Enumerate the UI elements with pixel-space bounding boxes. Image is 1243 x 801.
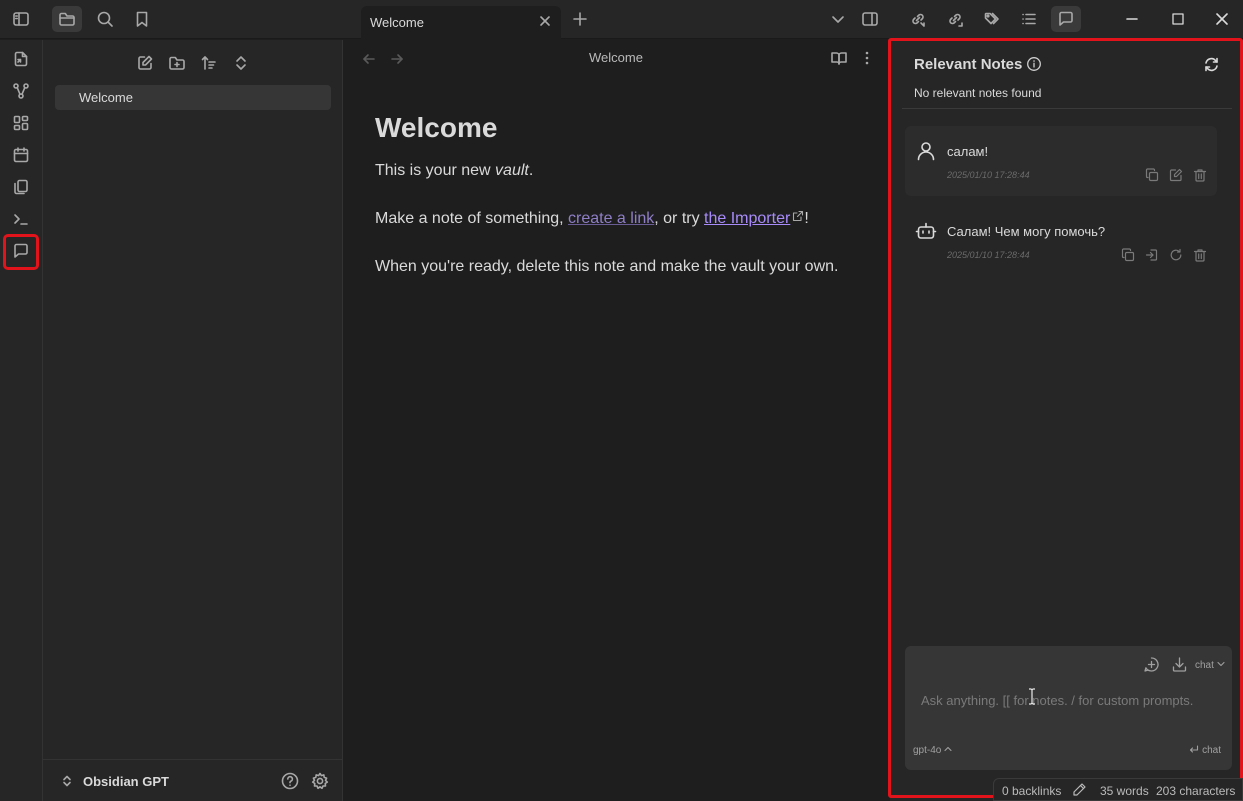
message-actions xyxy=(1145,168,1207,182)
chat-input[interactable]: Ask anything. [[ for notes. / for custom… xyxy=(921,693,1193,708)
maximize-icon[interactable] xyxy=(1163,6,1193,32)
chevron-down-icon[interactable] xyxy=(823,6,853,32)
bookmark-icon[interactable] xyxy=(127,6,157,32)
note-paragraph-2: Make a note of something, create a link,… xyxy=(375,209,875,229)
new-tab-plus-icon[interactable] xyxy=(565,6,595,32)
daily-note-icon[interactable] xyxy=(8,142,34,168)
text-span: . xyxy=(528,162,534,179)
new-folder-icon[interactable] xyxy=(164,50,190,76)
left-ribbon xyxy=(0,40,43,801)
message-text: Салам! Чем могу помочь? xyxy=(947,224,1106,239)
external-link-importer[interactable]: the Importer xyxy=(704,210,790,227)
close-icon[interactable] xyxy=(1207,6,1237,32)
chat-input-box: chat Ask anything. [[ for notes. / for c… xyxy=(905,646,1232,770)
copilot-chat-icon[interactable] xyxy=(8,238,34,264)
relevant-notes-empty: No relevant notes found xyxy=(914,86,1042,100)
status-char-count: 203 characters xyxy=(1156,784,1236,798)
pencil-icon[interactable] xyxy=(1072,782,1087,797)
bot-avatar-icon xyxy=(915,220,937,242)
right-sidebar-icon[interactable] xyxy=(855,6,885,32)
file-explorer: Welcome Obsidian GPT xyxy=(43,40,343,801)
file-item-welcome[interactable]: Welcome xyxy=(55,85,331,110)
status-word-count: 35 words xyxy=(1100,784,1149,798)
chevron-down-icon xyxy=(1217,661,1225,667)
text-cursor-icon xyxy=(1029,688,1035,705)
search-icon[interactable] xyxy=(90,6,120,32)
chat-icon[interactable] xyxy=(1051,6,1081,32)
vault-switcher-icon[interactable] xyxy=(60,774,74,788)
tags-icon[interactable] xyxy=(977,6,1007,32)
text-span: ! xyxy=(804,210,809,227)
regenerate-icon[interactable] xyxy=(1169,248,1183,262)
note-heading: Welcome xyxy=(375,112,498,143)
help-icon[interactable] xyxy=(280,771,300,791)
model-select[interactable]: gpt-4o xyxy=(913,745,952,756)
divider xyxy=(902,108,1232,109)
minimize-icon[interactable] xyxy=(1117,6,1147,32)
text-span: This is your new xyxy=(375,162,496,179)
editor-view-title[interactable]: Welcome xyxy=(344,50,888,65)
tab-welcome[interactable]: Welcome xyxy=(361,6,561,39)
tab-label: Welcome xyxy=(370,15,424,30)
insert-to-note-icon[interactable] xyxy=(1145,248,1159,262)
editor-pane: Welcome Welcome This is your new vault. … xyxy=(344,40,888,801)
internal-link-create-a-link[interactable]: create a link xyxy=(568,210,654,227)
model-select-label: gpt-4o xyxy=(913,745,942,756)
status-backlinks[interactable]: 0 backlinks xyxy=(1002,784,1061,798)
delete-icon[interactable] xyxy=(1193,248,1207,262)
chat-message-ai: Салам! Чем могу помочь? 2025/01/10 17:28… xyxy=(905,206,1217,276)
status-bar: 0 backlinks 35 words 203 characters xyxy=(993,778,1243,801)
user-avatar-icon xyxy=(915,140,937,162)
settings-gear-icon[interactable] xyxy=(310,771,330,791)
command-palette-icon[interactable] xyxy=(8,206,34,232)
chevron-up-icon xyxy=(944,746,952,752)
new-note-icon[interactable] xyxy=(132,50,158,76)
emphasis-text: vault xyxy=(495,162,529,179)
external-link-icon xyxy=(792,210,804,222)
outline-icon[interactable] xyxy=(1014,6,1044,32)
folder-icon[interactable] xyxy=(52,6,82,32)
message-actions xyxy=(1121,248,1207,262)
title-bar: Welcome xyxy=(0,0,1243,39)
reading-view-icon[interactable] xyxy=(830,49,848,67)
templates-icon[interactable] xyxy=(8,174,34,200)
delete-icon[interactable] xyxy=(1193,168,1207,182)
text-span: Make a note of something, xyxy=(375,210,568,227)
vault-name[interactable]: Obsidian GPT xyxy=(83,774,169,789)
tab-close-icon[interactable] xyxy=(537,13,553,29)
enter-key-icon xyxy=(1189,745,1199,754)
vault-footer: Obsidian GPT xyxy=(43,759,343,801)
note-paragraph-1: This is your new vault. xyxy=(375,161,875,181)
open-quick-switcher-icon[interactable] xyxy=(8,46,34,72)
mode-select-label: chat xyxy=(1195,660,1214,671)
copy-icon[interactable] xyxy=(1121,248,1135,262)
sort-icon[interactable] xyxy=(196,50,222,76)
copilot-panel: Relevant Notes No relevant notes found с… xyxy=(890,40,1243,801)
message-timestamp: 2025/01/10 17:28:44 xyxy=(947,170,1030,180)
copy-icon[interactable] xyxy=(1145,168,1159,182)
save-chat-download-icon[interactable] xyxy=(1171,656,1188,673)
refresh-icon[interactable] xyxy=(1203,56,1220,73)
note-content[interactable]: Welcome This is your new vault. Make a n… xyxy=(375,112,875,305)
note-paragraph-3: When you're ready, delete this note and … xyxy=(375,258,839,275)
graph-view-icon[interactable] xyxy=(8,78,34,104)
chat-message-user: салам! 2025/01/10 17:28:44 xyxy=(905,126,1217,196)
sidebar-toggle-icon[interactable] xyxy=(6,6,36,32)
mode-select[interactable]: chat xyxy=(1195,660,1225,671)
send-chat-button[interactable]: chat xyxy=(1189,745,1221,756)
message-timestamp: 2025/01/10 17:28:44 xyxy=(947,250,1030,260)
message-text: салам! xyxy=(947,144,989,159)
file-item-label: Welcome xyxy=(79,90,133,105)
send-chat-label: chat xyxy=(1202,745,1221,756)
canvas-icon[interactable] xyxy=(8,110,34,136)
more-options-icon[interactable] xyxy=(859,49,875,67)
outgoing-links-icon[interactable] xyxy=(940,6,970,32)
text-span: , or try xyxy=(654,210,705,227)
relevant-notes-title: Relevant Notes xyxy=(914,56,1023,73)
info-icon[interactable] xyxy=(1026,56,1042,72)
backlinks-icon[interactable] xyxy=(903,6,933,32)
expand-collapse-icon[interactable] xyxy=(228,50,254,76)
edit-icon[interactable] xyxy=(1169,168,1183,182)
new-chat-icon[interactable] xyxy=(1143,656,1160,673)
